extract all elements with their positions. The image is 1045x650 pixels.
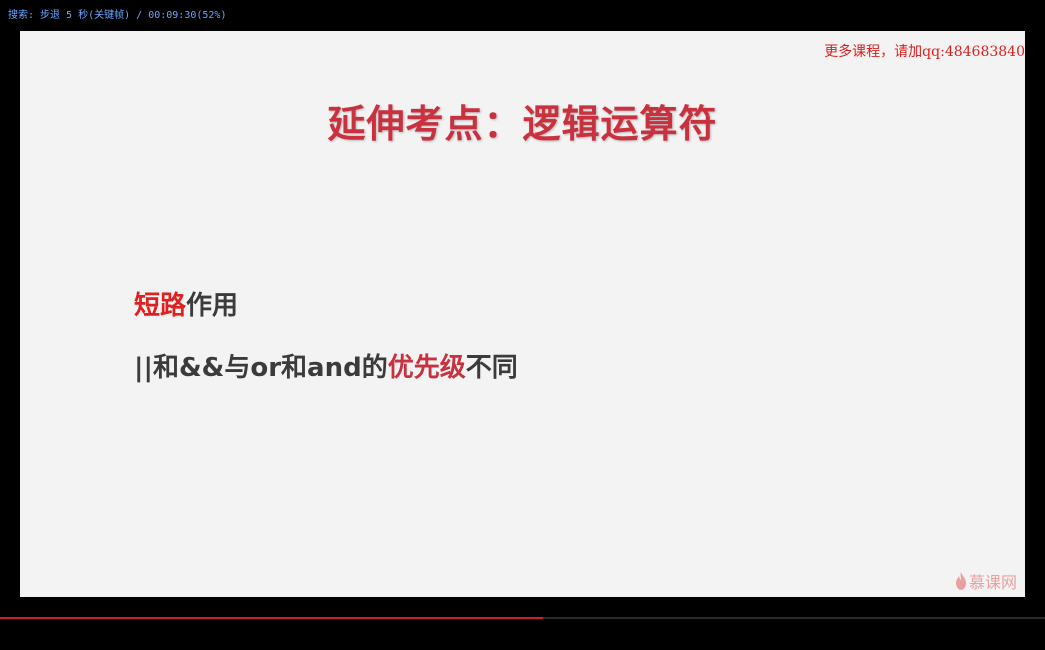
slide-title: 延伸考点：逻辑运算符 (327, 102, 718, 146)
bullet-1-rest: 作用 (186, 291, 239, 321)
flame-icon (955, 572, 967, 590)
video-progress-fill (0, 617, 544, 619)
imooc-logo: 慕课网 (955, 569, 1017, 593)
bullet-2-prefix: ||和&&与or和and的 (134, 353, 388, 383)
bullet-2-suffix: 不同 (465, 353, 518, 383)
logo-text: 慕课网 (968, 573, 1017, 592)
bullet-precedence: ||和&&与or和and的优先级不同 (134, 347, 518, 384)
bullet-2-highlight: 优先级 (387, 353, 466, 383)
player-osd-text: 搜索: 步退 5 秒(关键帧) / 00:09:30(52%) (8, 10, 227, 21)
watermark-text: 更多课程，请加qq:484683840 (824, 44, 1025, 60)
bullet-short-circuit: 短路作用 (134, 285, 238, 322)
bullet-1-highlight: 短路 (134, 291, 187, 321)
slide-canvas: 更多课程，请加qq:484683840 延伸考点：逻辑运算符 短路作用 ||和&… (20, 31, 1025, 597)
video-progress-bar[interactable] (0, 617, 1045, 619)
